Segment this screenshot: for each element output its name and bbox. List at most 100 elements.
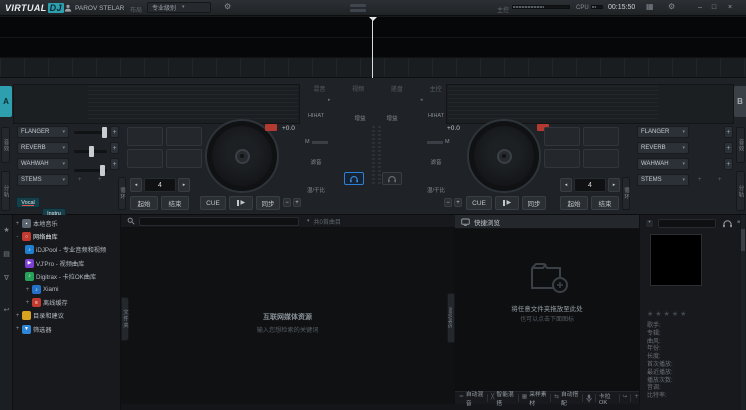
jog-wheel-b[interactable]: [467, 119, 541, 193]
cue-button-b[interactable]: CUE: [466, 196, 492, 210]
pitch-bend-minus-a[interactable]: −: [283, 198, 291, 207]
tree-item-vjpro[interactable]: ▶VJ'Pro - 视频曲库: [13, 257, 120, 270]
search-input[interactable]: [139, 217, 299, 226]
tab-effects-left[interactable]: 音效: [1, 127, 10, 163]
chevron-down-icon[interactable]: ▾: [307, 219, 310, 224]
record-icon[interactable]: ▦: [646, 3, 654, 11]
fx-slot1-slider-left[interactable]: [74, 131, 107, 134]
stem-pad-vocal-a[interactable]: Vocal: [16, 197, 40, 208]
stems-add-right-1[interactable]: +: [698, 177, 702, 183]
fx-slot3-dropdown-right[interactable]: WAHWAH▾: [637, 158, 689, 170]
headphone-cue-b[interactable]: [382, 172, 402, 185]
stems-add-right-2[interactable]: +: [718, 177, 722, 183]
tab-master[interactable]: 主控: [430, 84, 442, 92]
tab-video[interactable]: 视频: [352, 84, 364, 92]
play-button-a[interactable]: ▶: [229, 196, 253, 210]
stems-dropdown-right[interactable]: STEMS▾: [637, 174, 689, 186]
headphone-cue-a[interactable]: [344, 172, 364, 185]
expand-toggle[interactable]: +: [15, 313, 20, 319]
fx-slot1-add-button-right[interactable]: +: [724, 126, 733, 138]
fx-slot2-dropdown-left[interactable]: REVERB▾: [17, 142, 69, 154]
prelisten-headphone-icon[interactable]: [722, 219, 733, 228]
history-icon[interactable]: ▤: [0, 247, 13, 261]
loop-out-button-a[interactable]: 结束: [161, 196, 189, 210]
expand-toggle[interactable]: +: [15, 326, 20, 332]
loop-half-button-a[interactable]: ◂: [130, 178, 142, 192]
pitch-bend-plus-a[interactable]: +: [293, 198, 301, 207]
expand-toggle[interactable]: +: [25, 300, 30, 306]
tab-sideview[interactable]: SideView: [447, 293, 455, 343]
pitch-bend-minus-b[interactable]: −: [444, 198, 452, 207]
hotcue-pad-2-a[interactable]: [166, 127, 202, 146]
expand-toggle[interactable]: +: [25, 287, 30, 293]
favorites-icon[interactable]: ★: [0, 223, 13, 237]
automix-button[interactable]: ≈自动混音: [459, 389, 484, 407]
expand-toggle[interactable]: +: [15, 221, 20, 227]
rating-stars[interactable]: ★★★★★: [647, 310, 688, 318]
maximize-button[interactable]: □: [708, 4, 720, 11]
tab-mixer[interactable]: 混音: [313, 84, 325, 92]
karaoke-button[interactable]: 卡拉OK: [599, 391, 616, 406]
fx-slot3-add-button-right[interactable]: +: [724, 158, 733, 170]
hotcue-pad-4-a[interactable]: [166, 149, 202, 168]
loop-double-button-a[interactable]: ▸: [178, 178, 190, 192]
loop-in-button-a[interactable]: 起始: [130, 196, 158, 210]
info-search-input[interactable]: [658, 219, 716, 228]
stems-dropdown-left[interactable]: STEMS▾: [17, 174, 69, 186]
pitch-bend-plus-b[interactable]: +: [454, 198, 462, 207]
tree-item-folders-suggestions[interactable]: +目录和建议: [13, 309, 120, 322]
deck-a-badge[interactable]: A: [0, 86, 12, 117]
tree-item-online-library[interactable]: -○网络曲库: [13, 230, 120, 243]
close-button[interactable]: ×: [724, 4, 736, 11]
hotcue-pad-2-b[interactable]: [583, 127, 619, 146]
fx-slot1-dropdown-left[interactable]: FLANGER▾: [17, 126, 69, 138]
user-name[interactable]: PAROV STELAR: [75, 5, 124, 12]
tree-item-digitrax[interactable]: ♪Digitrax - 卡拉OK曲库: [13, 270, 120, 283]
fx-slot3-slider-left[interactable]: [74, 169, 107, 172]
tree-item-filters[interactable]: +▼筛选器: [13, 323, 120, 336]
add-shortcut-button[interactable]: +: [634, 395, 639, 401]
fx-slot1-dropdown-right[interactable]: FLANGER▾: [637, 126, 689, 138]
hotcue-pad-4-b[interactable]: [583, 149, 619, 168]
mic-button[interactable]: [586, 394, 592, 403]
stems-add-left-2[interactable]: +: [98, 177, 102, 183]
sync-button-b[interactable]: 同步: [522, 196, 546, 210]
automatch-button[interactable]: ⇆自动搭配: [554, 389, 579, 407]
info-filter-dropdown[interactable]: ▾: [645, 219, 654, 228]
tab-stems-left[interactable]: 分轨: [1, 171, 10, 211]
cue-button-a[interactable]: CUE: [200, 196, 226, 210]
mashup-button[interactable]: ╳智能混搭: [491, 389, 515, 407]
fx-slot2-add-button-right[interactable]: +: [724, 142, 733, 154]
loop-double-button-b[interactable]: ▸: [608, 178, 620, 192]
back-icon[interactable]: ↩: [0, 303, 13, 317]
fx-select-arrow-b[interactable]: ◂: [420, 98, 423, 103]
loop-half-button-b[interactable]: ◂: [560, 178, 572, 192]
more-icon[interactable]: ▪: [737, 220, 740, 225]
loop-out-button-b[interactable]: 结束: [591, 196, 619, 210]
tab-scratch[interactable]: 搓盘: [391, 84, 403, 92]
tree-item-offline-cache[interactable]: +≡离线缓存: [13, 296, 120, 309]
sampler-button[interactable]: ▦采样素材: [522, 389, 548, 407]
media-results-panel[interactable]: 互联网媒体资源 输入您想检索的关键词: [121, 228, 455, 404]
fx-slot3-add-button-left[interactable]: +: [110, 158, 119, 170]
settings-gear-icon[interactable]: ⚙: [668, 3, 675, 11]
tab-folders-collapse[interactable]: 文件夹: [121, 297, 129, 341]
collapse-toggle[interactable]: -: [15, 234, 20, 240]
waveform-display[interactable]: [0, 17, 746, 58]
layout-dropdown[interactable]: 专业级别 ▾: [147, 2, 211, 13]
fx-slot1-add-button-left[interactable]: +: [110, 126, 119, 138]
fx-slot3-dropdown-left[interactable]: WAHWAH▾: [17, 158, 69, 170]
hotcue-pad-1-a[interactable]: [127, 127, 163, 146]
tab-effects-right[interactable]: 音效: [736, 127, 745, 163]
tree-item-idjpool[interactable]: ♪iDJPool - 专业音频和视频: [13, 243, 120, 256]
fx-slot2-dropdown-right[interactable]: REVERB▾: [637, 142, 689, 154]
hotcue-pad-3-b[interactable]: [544, 149, 580, 168]
export-button[interactable]: ↪: [622, 395, 627, 401]
fx-slot2-slider-left[interactable]: [74, 150, 107, 153]
loop-in-button-b[interactable]: 起始: [560, 196, 588, 210]
gear-icon[interactable]: ⚙: [224, 3, 231, 11]
filter-icon[interactable]: ∇: [0, 271, 13, 285]
fx-slot2-add-button-left[interactable]: +: [110, 142, 119, 154]
fx-select-arrow-a[interactable]: ▸: [328, 98, 331, 103]
deck-b-badge[interactable]: B: [734, 86, 746, 117]
